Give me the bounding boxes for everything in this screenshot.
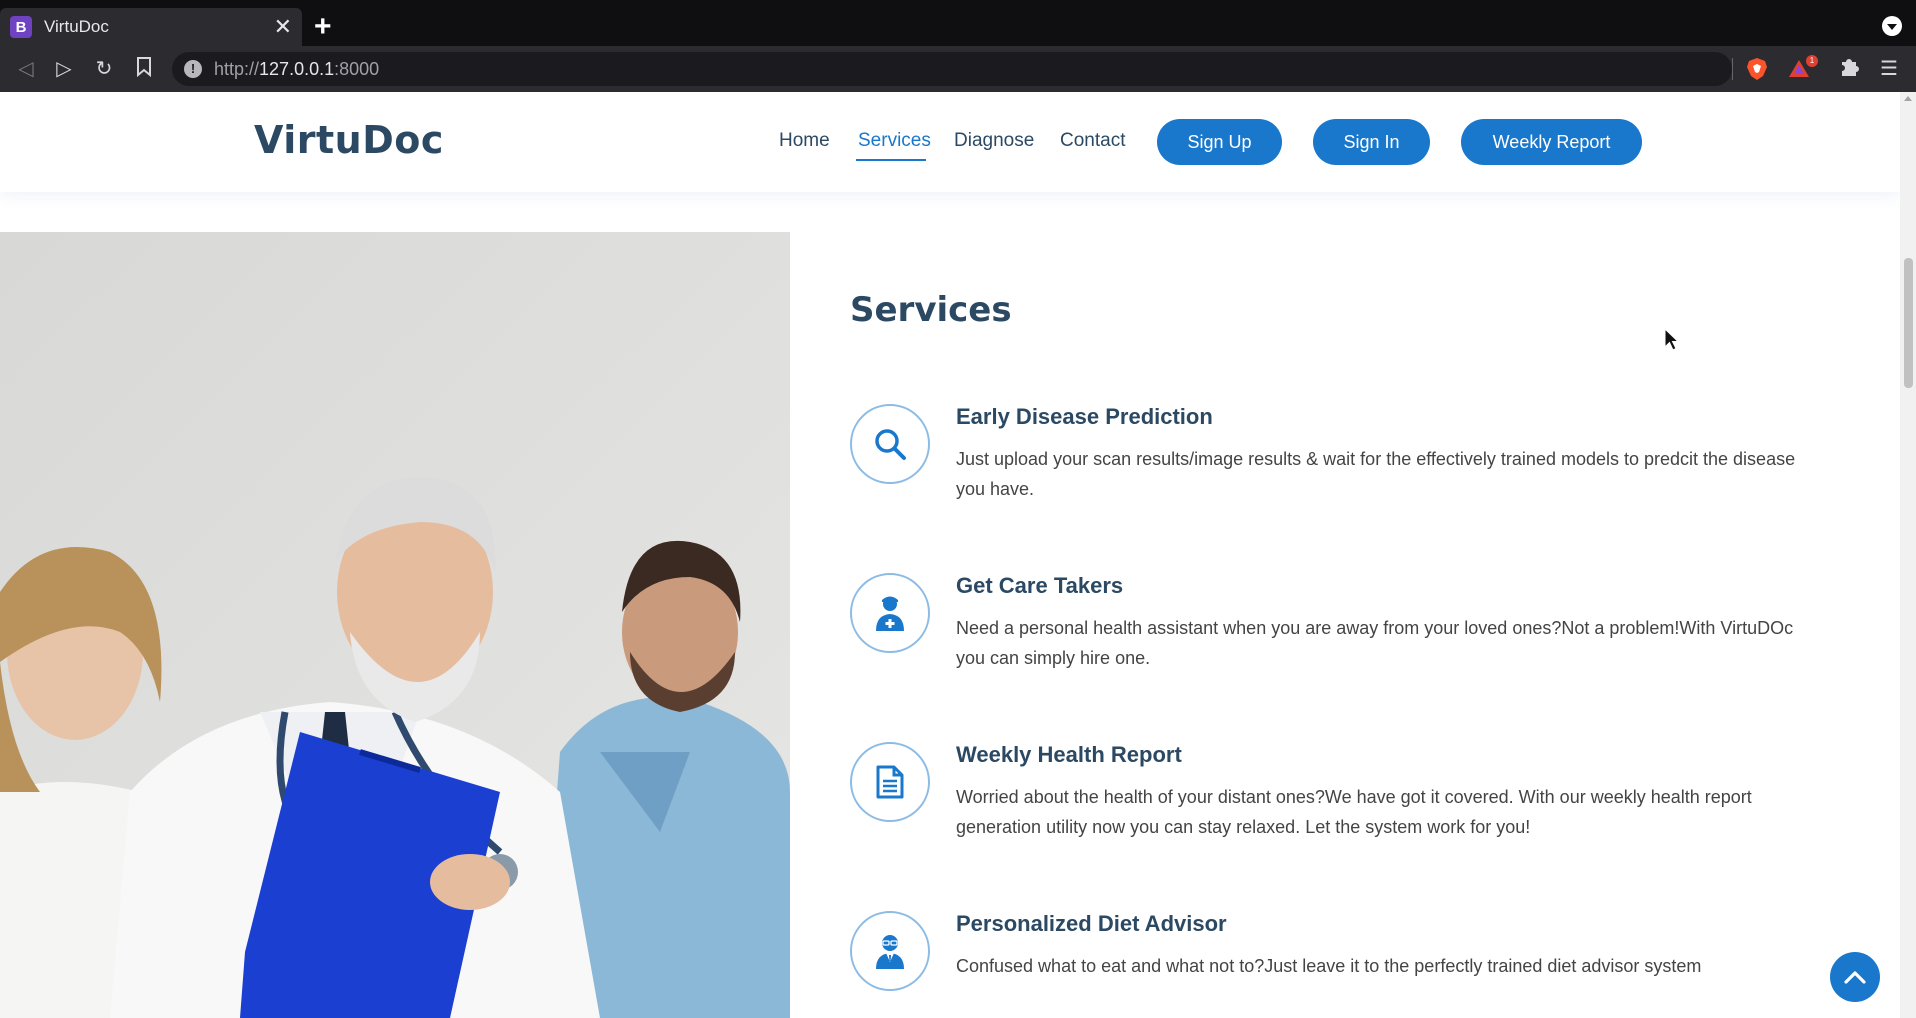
close-icon[interactable]: ✕ [274, 16, 292, 38]
service-description: Need a personal health assistant when yo… [956, 618, 1794, 668]
doctor-icon [850, 911, 930, 991]
brave-shield-icon[interactable] [1744, 56, 1770, 82]
reload-icon[interactable]: ↻ [92, 57, 116, 81]
scrollbar-thumb[interactable] [1904, 258, 1913, 388]
page-scrollbar[interactable] [1900, 92, 1916, 1018]
rewards-badge: 1 [1806, 55, 1818, 67]
search-icon [850, 404, 930, 484]
tab-title: VirtuDoc [44, 17, 109, 36]
back-to-top-button[interactable] [1830, 952, 1880, 1002]
weekly-report-button[interactable]: Weekly Report [1461, 119, 1642, 165]
service-item-early-disease-prediction: Early Disease Prediction Just upload you… [850, 404, 1830, 534]
doctors-photo [0, 232, 790, 1018]
site-header: VirtuDoc Home Services Diagnose Contact … [0, 92, 1900, 192]
service-description: Confused what to eat and what not to?Jus… [956, 956, 1702, 976]
sign-up-button[interactable]: Sign Up [1157, 119, 1282, 165]
nav-contact[interactable]: Contact [1060, 130, 1125, 152]
page-viewport: VirtuDoc Home Services Diagnose Contact … [0, 92, 1900, 1018]
service-item-weekly-health-report: Weekly Health Report Worried about the h… [850, 742, 1830, 872]
bookmark-icon[interactable] [132, 57, 156, 81]
service-title[interactable]: Get Care Takers [956, 573, 1123, 599]
extensions-icon[interactable] [1836, 56, 1862, 82]
new-tab-icon[interactable]: + [314, 12, 332, 42]
tab-search-icon[interactable] [1882, 16, 1902, 36]
site-info-icon[interactable]: ! [184, 60, 202, 78]
address-bar[interactable]: ! http://127.0.0.1:8000 [172, 52, 1732, 86]
site-logo[interactable]: VirtuDoc [254, 118, 444, 162]
forward-icon[interactable]: ▷ [52, 57, 76, 81]
back-icon[interactable]: ◁ [14, 57, 38, 81]
nav-diagnose[interactable]: Diagnose [954, 130, 1034, 152]
nurse-icon [850, 573, 930, 653]
service-title[interactable]: Personalized Diet Advisor [956, 911, 1227, 937]
mouse-cursor-icon [1664, 328, 1680, 351]
service-item-get-care-takers: Get Care Takers Need a personal health a… [850, 573, 1830, 703]
service-item-personalized-diet-advisor: Personalized Diet Advisor Confused what … [850, 911, 1830, 1018]
service-title[interactable]: Weekly Health Report [956, 742, 1182, 768]
service-description: Just upload your scan results/image resu… [956, 449, 1796, 499]
toolbar-divider [1732, 58, 1733, 80]
url-text[interactable]: http://127.0.0.1:8000 [214, 59, 379, 80]
nav-active-underline [856, 159, 926, 161]
document-icon [850, 742, 930, 822]
menu-icon[interactable]: ☰ [1876, 56, 1902, 82]
scroll-up-arrow-icon[interactable] [1904, 96, 1912, 101]
service-title[interactable]: Early Disease Prediction [956, 404, 1213, 430]
nav-home[interactable]: Home [779, 130, 830, 152]
chevron-up-icon [1844, 971, 1866, 984]
service-description: Worried about the health of your distant… [956, 787, 1752, 837]
services-heading: Services [850, 290, 1012, 330]
browser-tab[interactable]: B VirtuDoc ✕ [0, 8, 302, 46]
sign-in-button[interactable]: Sign In [1313, 119, 1430, 165]
browser-toolbar: ◁ ▷ ↻ ! http://127.0.0.1:8000 1 ☰ [0, 46, 1916, 92]
browser-tabstrip: B VirtuDoc ✕ + [0, 0, 1916, 46]
nav-services[interactable]: Services [858, 130, 931, 152]
tab-favicon-icon: B [10, 16, 32, 38]
